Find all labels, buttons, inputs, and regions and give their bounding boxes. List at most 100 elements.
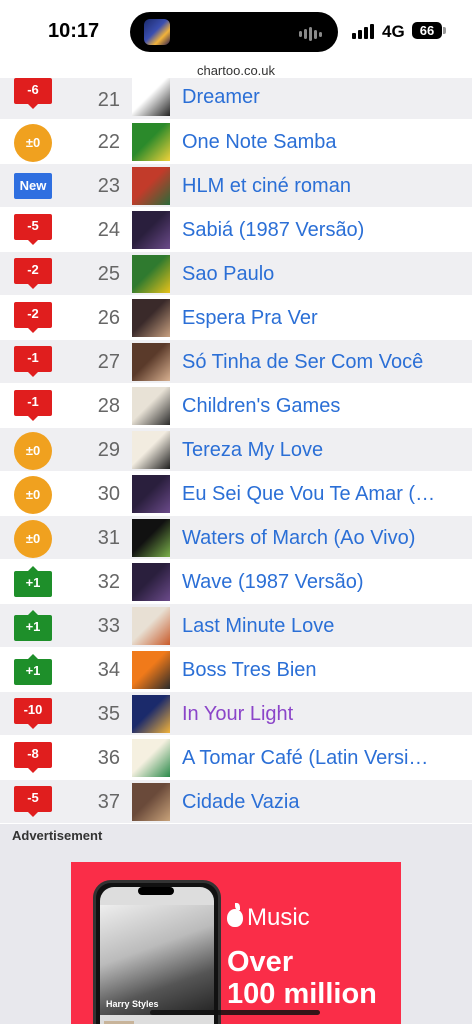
down-arrow-badge: -10 — [14, 698, 52, 729]
audio-waveform-icon — [299, 27, 322, 41]
album-cover[interactable] — [132, 739, 170, 777]
chart-row[interactable]: -1 27 Só Tinha de Ser Com Você — [0, 340, 472, 384]
song-title-link[interactable]: Wave (1987 Versão) — [182, 571, 466, 594]
song-title-link[interactable]: HLM et ciné roman — [182, 175, 466, 198]
album-cover[interactable] — [132, 387, 170, 425]
song-title-link[interactable]: Só Tinha de Ser Com Você — [182, 351, 466, 374]
album-cover[interactable] — [132, 123, 170, 161]
album-cover[interactable] — [132, 78, 170, 116]
chart-row[interactable]: New 23 HLM et ciné roman — [0, 164, 472, 208]
chart-row[interactable]: -5 24 Sabiá (1987 Versão) — [0, 208, 472, 252]
up-arrow-badge: +1 — [14, 566, 52, 597]
chart-rank: 24 — [97, 219, 120, 241]
home-indicator — [150, 1010, 320, 1015]
album-cover[interactable] — [132, 563, 170, 601]
song-title-link[interactable]: A Tomar Café (Latin Versi… — [182, 747, 466, 770]
chart-rank: 34 — [97, 659, 120, 681]
song-title-link[interactable]: Espera Pra Ver — [182, 307, 466, 330]
url-bar[interactable]: chartoo.co.uk — [0, 63, 472, 78]
chart-rank: 36 — [97, 747, 120, 769]
phone-notch — [138, 887, 174, 895]
chart-rank: 31 — [97, 527, 120, 549]
down-arrow-badge: -8 — [14, 742, 52, 773]
apple-music-ad[interactable]: Harry Styles Music Over 100 million — [71, 862, 401, 1024]
song-title-link[interactable]: Sao Paulo — [182, 263, 466, 286]
song-title-link[interactable]: Last Minute Love — [182, 615, 466, 638]
chart-row[interactable]: ±0 29 Tereza My Love — [0, 428, 472, 472]
chart-row[interactable]: -2 25 Sao Paulo — [0, 252, 472, 296]
ad-headline-line2: 100 million — [227, 978, 377, 1010]
chart-rank: 25 — [97, 263, 120, 285]
chart-row[interactable]: ±0 31 Waters of March (Ao Vivo) — [0, 516, 472, 560]
album-cover[interactable] — [132, 211, 170, 249]
down-arrow-badge: -5 — [14, 786, 52, 817]
new-entry-badge: New — [14, 173, 52, 199]
song-title-link[interactable]: Boss Tres Bien — [182, 659, 466, 682]
chart-rank: 29 — [97, 439, 120, 461]
song-title-link[interactable]: Children's Games — [182, 395, 466, 418]
album-cover[interactable] — [132, 695, 170, 733]
up-arrow-badge: +1 — [14, 654, 52, 685]
chart-rank: 32 — [97, 571, 120, 593]
advertisement-label: Advertisement — [12, 828, 103, 843]
song-title-link[interactable]: Tereza My Love — [182, 439, 466, 462]
chart-row[interactable]: -2 26 Espera Pra Ver — [0, 296, 472, 340]
album-cover[interactable] — [132, 343, 170, 381]
album-cover[interactable] — [132, 255, 170, 293]
album-cover[interactable] — [132, 783, 170, 821]
up-arrow-badge: +1 — [14, 610, 52, 641]
chart-rank: 27 — [97, 351, 120, 373]
down-arrow-badge: -2 — [14, 302, 52, 333]
now-playing-artwork — [144, 19, 170, 45]
battery-tip — [443, 27, 446, 34]
advertisement-section: Advertisement Harry Styles Music Over 10… — [0, 824, 472, 1024]
network-type: 4G — [382, 22, 405, 41]
chart-row[interactable]: ±0 22 One Note Samba — [0, 120, 472, 164]
song-title-link[interactable]: Cidade Vazia — [182, 791, 466, 814]
dynamic-island[interactable] — [130, 12, 338, 52]
phone-screen: Harry Styles — [100, 887, 214, 1024]
down-arrow-badge: -5 — [14, 214, 52, 245]
album-cover[interactable] — [132, 167, 170, 205]
album-cover[interactable] — [132, 519, 170, 557]
chart-row[interactable]: -10 35 In Your Light — [0, 692, 472, 736]
song-title-link[interactable]: One Note Samba — [182, 131, 466, 154]
down-arrow-badge: -1 — [14, 346, 52, 377]
chart-row[interactable]: -1 28 Children's Games — [0, 384, 472, 428]
chart-row[interactable]: +1 34 Boss Tres Bien — [0, 648, 472, 692]
chart-rank: 22 — [97, 131, 120, 153]
album-cover[interactable] — [132, 299, 170, 337]
clock: 10:17 — [48, 20, 100, 42]
chart-rank: 28 — [97, 395, 120, 417]
apple-icon — [227, 903, 243, 927]
album-cover[interactable] — [132, 475, 170, 513]
chart-rank: 37 — [97, 791, 120, 813]
chart-row[interactable]: -6 21 Dreamer — [0, 78, 472, 120]
chart-row[interactable]: +1 33 Last Minute Love — [0, 604, 472, 648]
chart-row[interactable]: +1 32 Wave (1987 Versão) — [0, 560, 472, 604]
chart-rank: 30 — [97, 483, 120, 505]
song-title-link[interactable]: In Your Light — [182, 703, 466, 726]
brand-name: Music — [247, 904, 310, 931]
album-cover[interactable] — [132, 431, 170, 469]
chart-rank: 26 — [97, 307, 120, 329]
apple-music-logo: Music — [227, 903, 310, 932]
down-arrow-badge: -2 — [14, 258, 52, 289]
no-change-badge: ±0 — [14, 124, 52, 162]
chart-rank: 33 — [97, 615, 120, 637]
status-bar: 10:17 4G 66 — [0, 0, 472, 62]
song-title-link[interactable]: Waters of March (Ao Vivo) — [182, 527, 466, 550]
chart-row[interactable]: -5 37 Cidade Vazia — [0, 780, 472, 824]
no-change-badge: ±0 — [14, 520, 52, 558]
album-cover[interactable] — [132, 651, 170, 689]
song-title-link[interactable]: Sabiá (1987 Versão) — [182, 219, 466, 242]
song-title-link[interactable]: Dreamer — [182, 86, 466, 109]
battery-icon: 66 — [412, 22, 442, 39]
chart-row[interactable]: ±0 30 Eu Sei Que Vou Te Amar (… — [0, 472, 472, 516]
chart-rank: 21 — [97, 89, 120, 111]
album-cover[interactable] — [132, 607, 170, 645]
song-title-link[interactable]: Eu Sei Que Vou Te Amar (… — [182, 483, 466, 506]
down-arrow-badge: -6 — [14, 78, 52, 109]
chart-list: -6 21 Dreamer ±0 22 One Note Samba New 23 HLM et… — [0, 78, 472, 824]
chart-row[interactable]: -8 36 A Tomar Café (Latin Versi… — [0, 736, 472, 780]
